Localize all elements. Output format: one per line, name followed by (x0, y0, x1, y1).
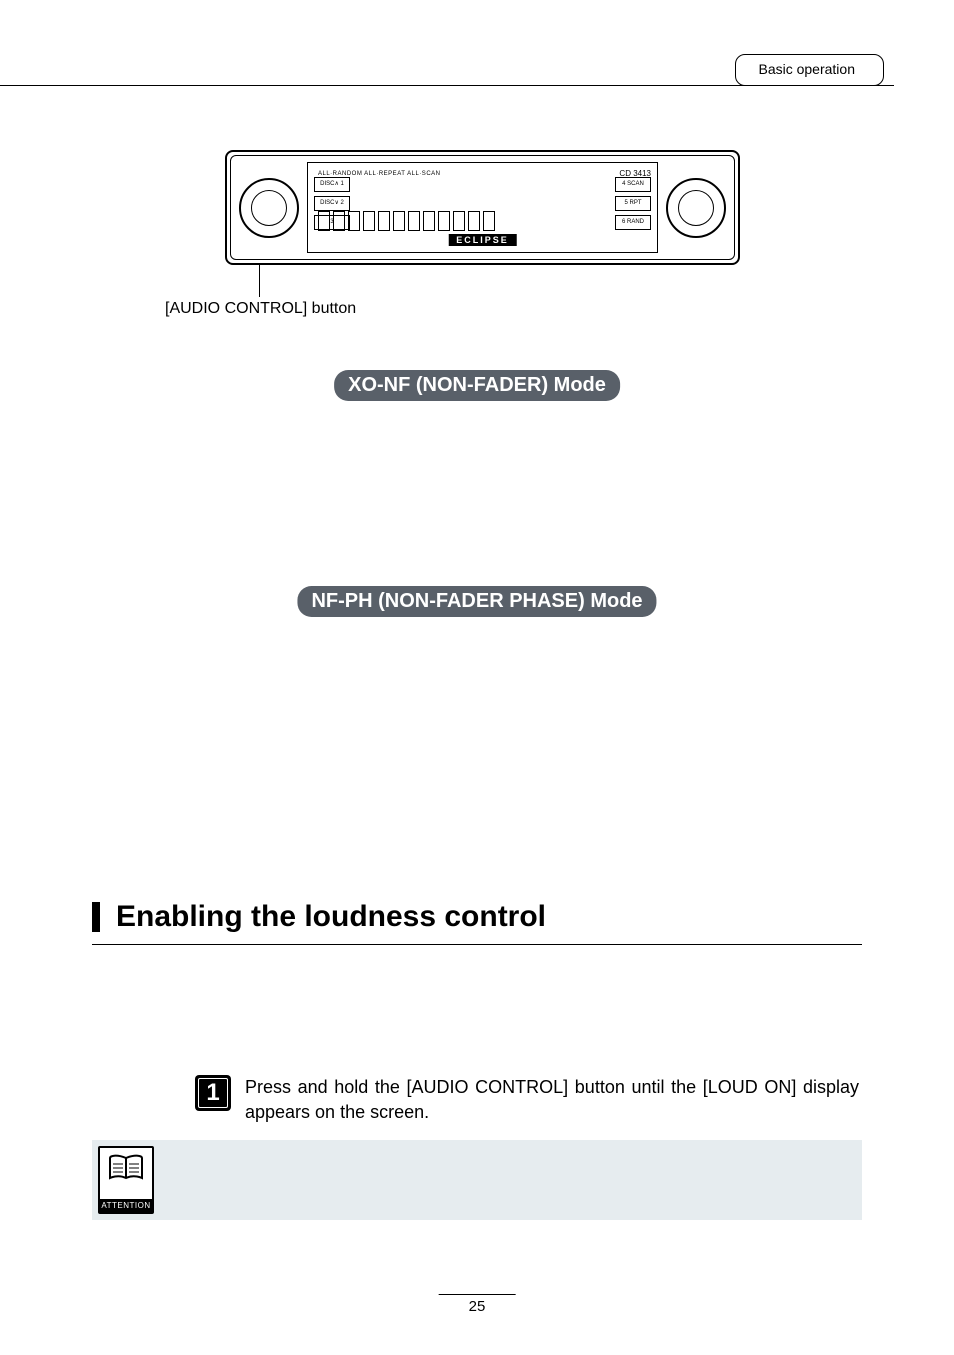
page-number: 25 (469, 1298, 486, 1315)
step-number-badge: 1 (195, 1075, 231, 1111)
instruction-step: 1 Press and hold the [AUDIO CONTROL] but… (195, 1075, 859, 1125)
brand-logo: ECLIPSE (448, 234, 517, 246)
diagram-caption: [AUDIO CONTROL] button (165, 300, 356, 318)
header-area: Basic operation (554, 54, 894, 86)
equalizer-bars (318, 191, 647, 231)
heading-accent-bar (92, 902, 100, 932)
device-diagram: CD 3413 ALL·RANDOM ALL·REPEAT ALL·SCAN D… (225, 150, 740, 265)
section-heading: Enabling the loudness control (92, 900, 862, 945)
left-knob (239, 178, 299, 238)
section-title: Enabling the loudness control (92, 900, 862, 944)
attention-label: ATTENTION (100, 1199, 152, 1212)
heading-rule (92, 944, 862, 945)
car-stereo-illustration: CD 3413 ALL·RANDOM ALL·REPEAT ALL·SCAN D… (225, 150, 740, 265)
mode-heading-xo-nf: XO-NF (NON-FADER) Mode (334, 370, 620, 401)
callout-line (259, 265, 260, 297)
breadcrumb: Basic operation (735, 54, 884, 86)
open-book-icon (108, 1154, 144, 1184)
lcd-panel: CD 3413 ALL·RANDOM ALL·REPEAT ALL·SCAN D… (307, 162, 658, 253)
scan-button: 4 SCAN (615, 177, 651, 192)
disc-up-button: DISC∧ 1 (314, 177, 350, 192)
step-text: Press and hold the [AUDIO CONTROL] butto… (245, 1075, 859, 1125)
attention-icon: ATTENTION (98, 1146, 154, 1214)
mode-heading-nf-ph: NF-PH (NON-FADER PHASE) Mode (297, 586, 656, 617)
right-knob (666, 178, 726, 238)
attention-panel: ATTENTION (92, 1140, 862, 1220)
